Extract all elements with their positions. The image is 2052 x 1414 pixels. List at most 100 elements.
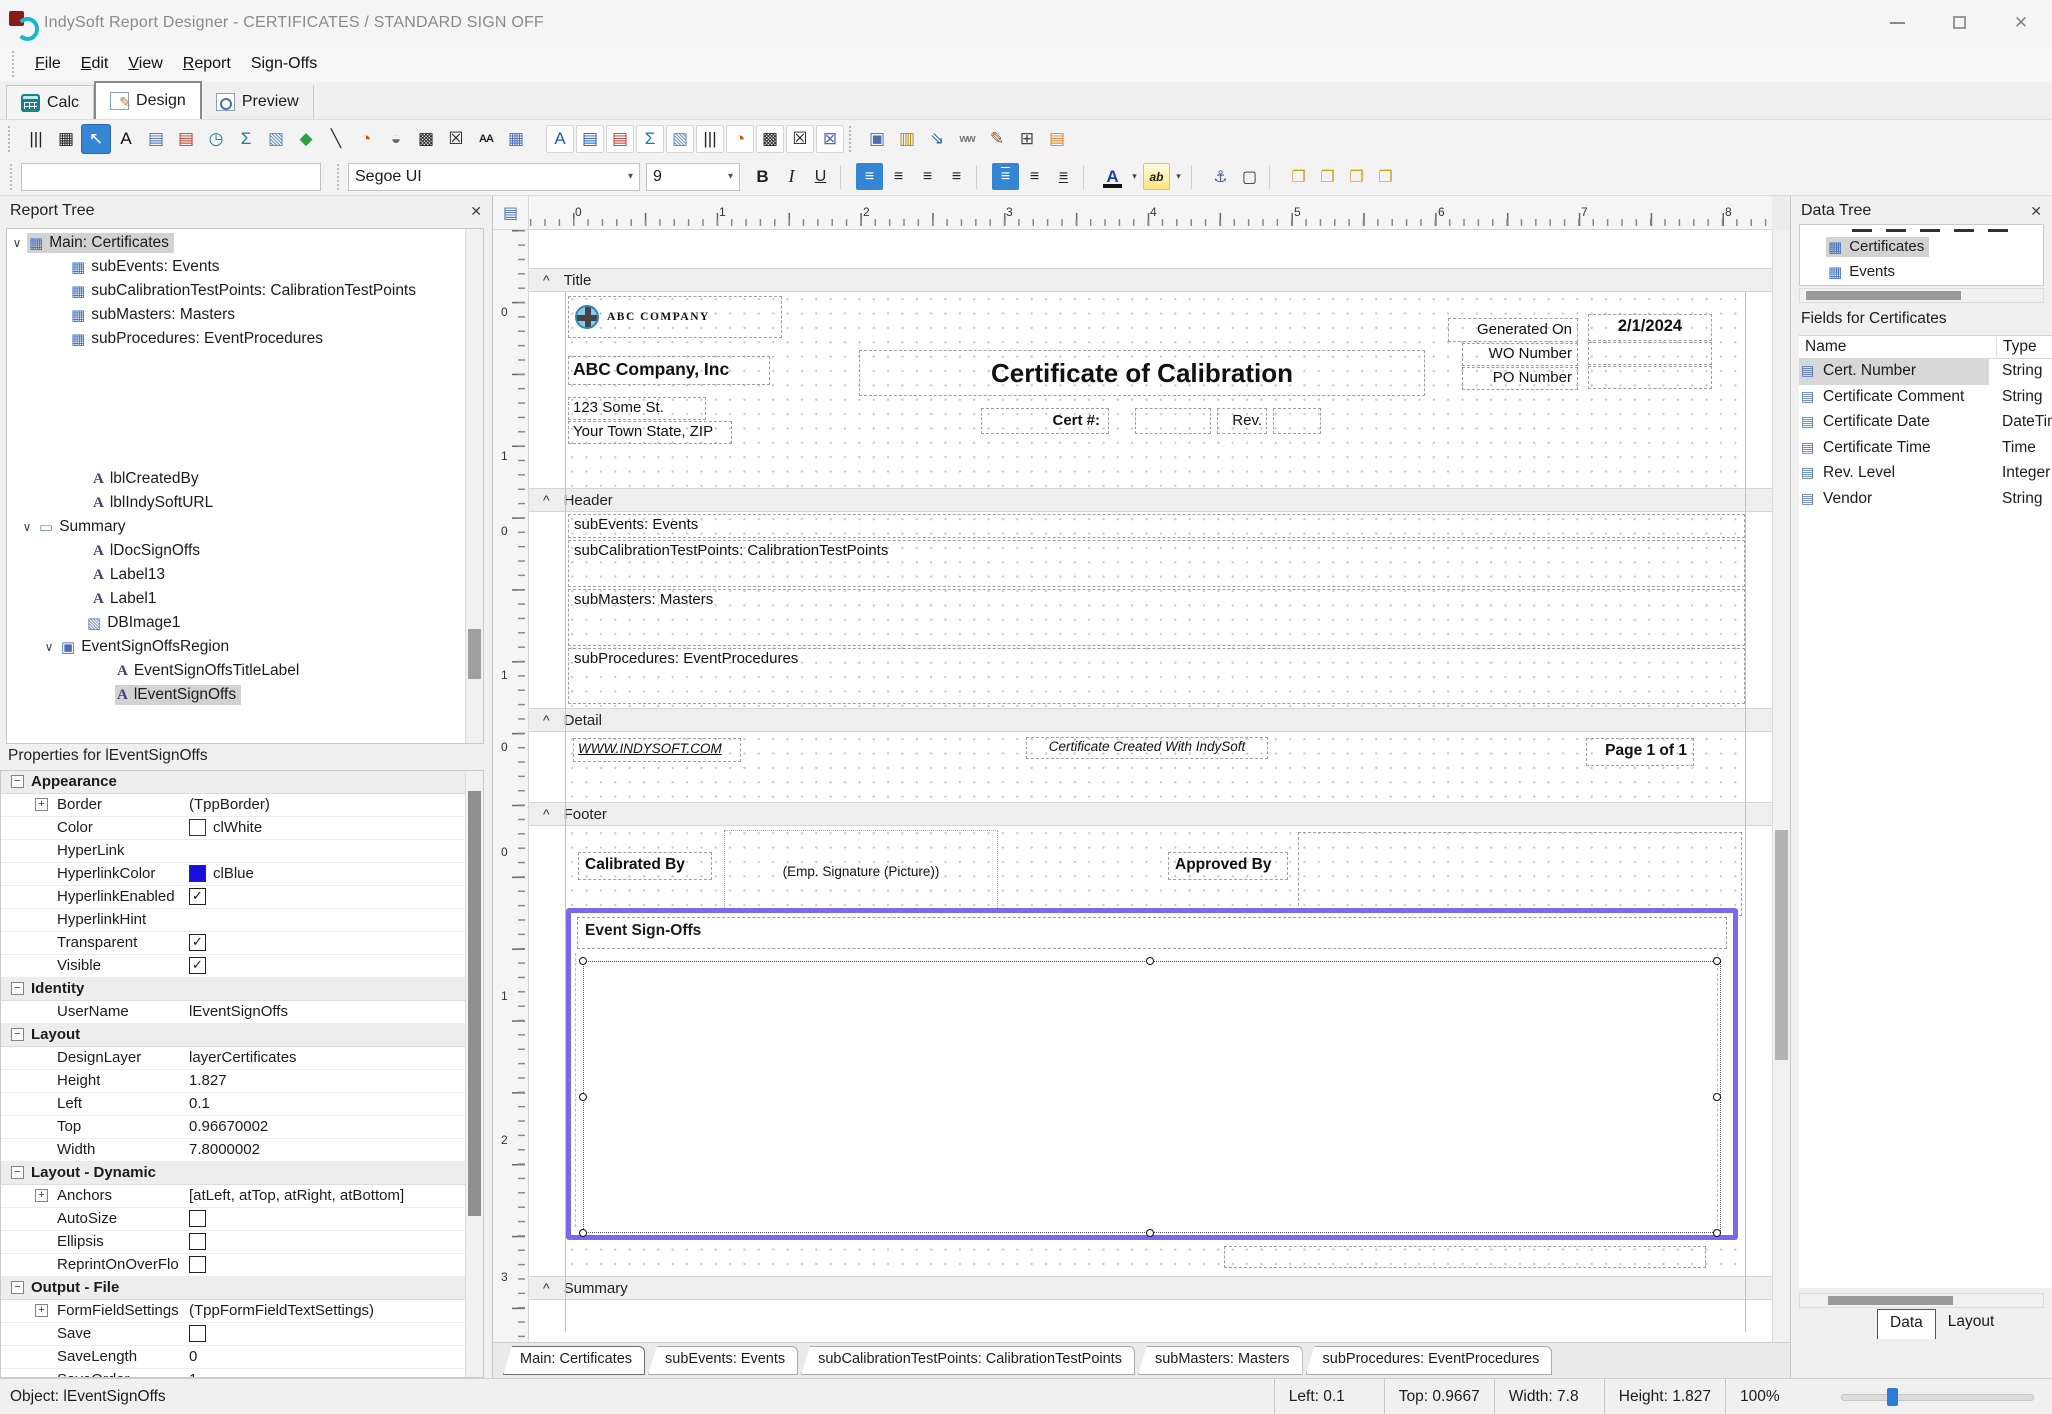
expand-icon[interactable] bbox=[11, 982, 24, 995]
company-name-element[interactable]: ABC Company, Inc bbox=[568, 356, 770, 385]
property-row[interactable]: Color clWhite bbox=[1, 817, 483, 840]
event-signoffs-title-label[interactable]: Event Sign-Offs bbox=[577, 917, 1727, 949]
property-row[interactable]: Width 7.8000002 bbox=[1, 1139, 483, 1162]
tree-item[interactable]: ∨ ▦ Main: Certificates bbox=[7, 231, 465, 255]
dbtext-tool-icon[interactable]: A bbox=[546, 125, 574, 153]
align-justify-button[interactable]: ≡ bbox=[943, 163, 970, 190]
format-separator[interactable] bbox=[840, 165, 850, 189]
approver-signature-box-element[interactable] bbox=[1298, 832, 1742, 916]
close-button[interactable]: ✕ bbox=[1990, 0, 2052, 45]
font-color-dropdown-icon[interactable]: ▾ bbox=[1128, 163, 1141, 190]
line-tool-icon[interactable]: ╲ bbox=[322, 125, 350, 153]
property-row[interactable]: SaveOrder 1 bbox=[1, 1369, 483, 1378]
certificate-title-element[interactable]: Certificate of Calibration bbox=[859, 350, 1425, 396]
property-row[interactable]: AutoSize bbox=[1, 1208, 483, 1231]
tab-preview[interactable]: Preview bbox=[202, 85, 314, 119]
scrollbar-thumb[interactable] bbox=[1828, 1296, 1953, 1305]
data-tree-node[interactable]: ▦ Certificates bbox=[1800, 234, 2043, 259]
po-number-label-element[interactable]: PO Number bbox=[1462, 367, 1578, 390]
property-row[interactable]: Transparent bbox=[1, 932, 483, 955]
fields-column-type[interactable]: Type bbox=[1996, 338, 2052, 356]
format-separator[interactable] bbox=[1083, 165, 1093, 189]
minimize-button[interactable] bbox=[1866, 0, 1928, 45]
menu-item[interactable]: Report bbox=[173, 51, 241, 77]
www-link-tool-icon[interactable]: ww bbox=[953, 125, 981, 153]
italic-button[interactable]: I bbox=[778, 163, 805, 190]
property-value[interactable] bbox=[189, 888, 463, 905]
footer-extra-box-element[interactable] bbox=[1224, 1246, 1706, 1268]
header-band[interactable]: subEvents: Events subCalibrationTestPoin… bbox=[529, 512, 1772, 708]
property-row[interactable]: Layout bbox=[1, 1024, 483, 1047]
cert-number-value-element[interactable] bbox=[1135, 408, 1211, 434]
property-row[interactable]: Anchors [atLeft, atTop, atRight, atBotto… bbox=[1, 1185, 483, 1208]
subreport-masters-element[interactable]: subMasters: Masters bbox=[568, 589, 1745, 646]
dbbarcode-2d-tool-icon[interactable]: ▩ bbox=[756, 125, 784, 153]
menu-item[interactable]: Sign-Offs bbox=[241, 51, 327, 77]
tree-item[interactable]: A lEventSignOffs bbox=[7, 683, 465, 707]
tree-item[interactable]: ∨ ▣ EventSignOffsRegion bbox=[7, 635, 465, 659]
property-value[interactable]: 0 bbox=[189, 1348, 463, 1365]
menu-item[interactable]: Edit bbox=[71, 51, 119, 77]
property-row[interactable]: FormFieldSettings (TppFormFieldTextSetti… bbox=[1, 1300, 483, 1323]
band-header-footer[interactable]: Footer bbox=[529, 802, 1772, 826]
expand-icon[interactable] bbox=[11, 1166, 24, 1179]
property-value[interactable] bbox=[189, 934, 463, 951]
align-left-button[interactable]: ≡ bbox=[856, 163, 883, 190]
tree-item[interactable]: A Label1 bbox=[7, 587, 465, 611]
report-tab[interactable]: subCalibrationTestPoints: CalibrationTes… bbox=[801, 1346, 1135, 1375]
property-row[interactable]: UserName lEventSignOffs bbox=[1, 1001, 483, 1024]
close-panel-icon[interactable]: ✕ bbox=[470, 203, 482, 220]
font-color-button[interactable]: A bbox=[1099, 163, 1126, 190]
scrollbar-thumb[interactable] bbox=[468, 791, 481, 1216]
scrollbar-thumb[interactable] bbox=[1806, 291, 1961, 300]
field-row[interactable]: Certificate Comment String bbox=[1799, 385, 2052, 411]
expand-icon[interactable] bbox=[35, 798, 48, 811]
select-tool-icon[interactable]: ↖ bbox=[82, 125, 110, 153]
map-tool-icon[interactable]: ▤ bbox=[1043, 125, 1071, 153]
subreport-eventprocedures-element[interactable]: subProcedures: EventProcedures bbox=[568, 648, 1745, 704]
rotated-text-tool-icon[interactable]: AA bbox=[472, 125, 500, 153]
checkbox-tool-icon[interactable]: ☒ bbox=[442, 125, 470, 153]
property-row[interactable]: ReprintOnOverFlo bbox=[1, 1254, 483, 1277]
grid-tool-icon[interactable]: ⊞ bbox=[1013, 125, 1041, 153]
footer-band[interactable]: Calibrated By (Emp. Signature (Picture))… bbox=[529, 826, 1772, 1276]
property-row[interactable]: HyperLink bbox=[1, 840, 483, 863]
tab-calc[interactable]: Calc bbox=[6, 85, 94, 119]
paintbrush-tool-icon[interactable]: ✎ bbox=[983, 125, 1011, 153]
format-separator[interactable] bbox=[1269, 165, 1279, 189]
property-row[interactable]: Visible bbox=[1, 955, 483, 978]
rev-label-element[interactable]: Rev. bbox=[1217, 408, 1267, 434]
system-variable-tool-icon[interactable]: ◷ bbox=[202, 125, 230, 153]
side-tab[interactable]: Layout bbox=[1936, 1309, 2007, 1339]
richtext-tool-icon[interactable]: ▤ bbox=[172, 125, 200, 153]
toolbar-grip[interactable] bbox=[849, 126, 858, 152]
property-value[interactable]: 1.827 bbox=[189, 1072, 463, 1089]
tree-item[interactable]: ▧ DBImage1 bbox=[7, 611, 465, 635]
property-value[interactable] bbox=[189, 1233, 463, 1250]
image-tool-icon[interactable]: ▧ bbox=[262, 125, 290, 153]
field-row[interactable]: Certificate Time Time bbox=[1799, 436, 2052, 462]
checkered-barcode-tool-icon[interactable]: ▩ bbox=[412, 125, 440, 153]
created-with-element[interactable]: Certificate Created With IndySoft bbox=[1026, 737, 1268, 759]
property-row[interactable]: Ellipsis bbox=[1, 1231, 483, 1254]
dbmemo-tool-icon[interactable]: ▤ bbox=[576, 125, 604, 153]
band-header-title[interactable]: Title bbox=[529, 268, 1772, 292]
align-center-button[interactable]: ≡ bbox=[885, 163, 912, 190]
generated-on-label-element[interactable]: Generated On bbox=[1448, 318, 1578, 342]
field-row[interactable]: Rev. Level Integer bbox=[1799, 461, 2052, 487]
dbtable-tool-icon[interactable]: ⊠ bbox=[816, 125, 844, 153]
subreport-calibrationtestpoints-element[interactable]: subCalibrationTestPoints: CalibrationTes… bbox=[568, 540, 1745, 587]
barcode-tool-icon[interactable]: ||| bbox=[22, 125, 50, 153]
property-row[interactable]: Height 1.827 bbox=[1, 1070, 483, 1093]
tree-item[interactable]: A lblIndySoftURL bbox=[7, 491, 465, 515]
property-row[interactable]: HyperlinkHint bbox=[1, 909, 483, 932]
property-value[interactable]: 0.1 bbox=[189, 1095, 463, 1112]
chevron-down-icon[interactable]: ∨ bbox=[7, 236, 27, 250]
property-value[interactable]: lEventSignOffs bbox=[189, 1003, 463, 1020]
style-combo[interactable] bbox=[21, 163, 321, 191]
send-to-back-button[interactable]: ❐ bbox=[1314, 163, 1341, 190]
font-name-combo[interactable]: Segoe UI ▾ bbox=[348, 163, 640, 191]
font-size-combo[interactable]: 9 ▾ bbox=[646, 163, 740, 191]
property-row[interactable]: SaveLength 0 bbox=[1, 1346, 483, 1369]
dbchart-tool-icon[interactable]: ◔ bbox=[726, 125, 754, 153]
